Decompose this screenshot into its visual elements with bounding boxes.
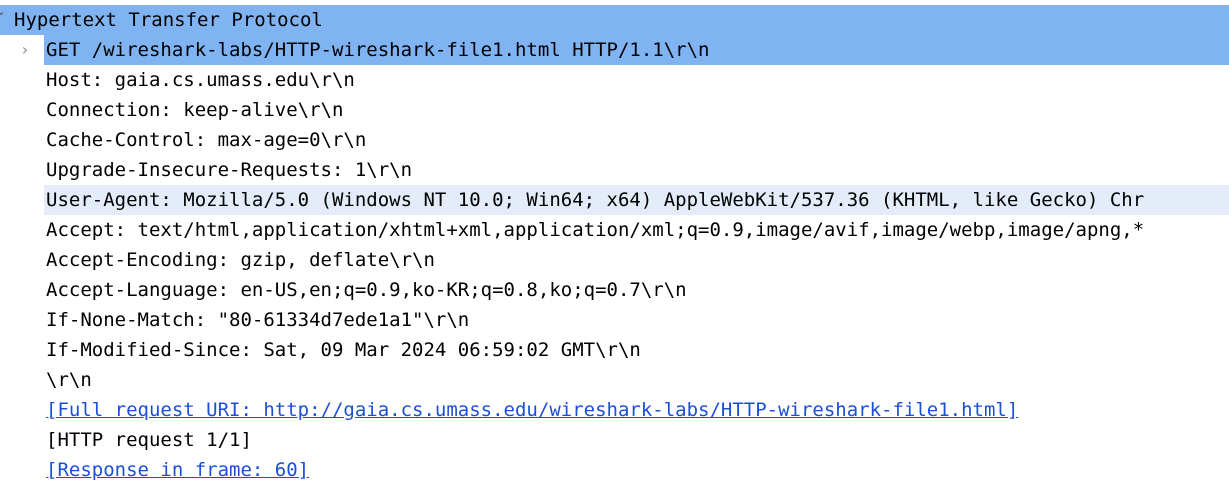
accept-header-row[interactable]: Accept: text/html,application/xhtml+xml,…	[0, 215, 1229, 245]
connection-header-text: Connection: keep-alive\r\n	[46, 99, 344, 121]
upgrade-insecure-requests-text: Upgrade-Insecure-Requests: 1\r\n	[46, 159, 413, 181]
response-in-frame-link[interactable]: [Response in frame: 60]	[46, 455, 309, 485]
request-line-text: GET /wireshark-labs/HTTP-wireshark-file1…	[44, 35, 1229, 65]
accept-header-text: Accept: text/html,application/xhtml+xml,…	[46, 219, 1145, 241]
accept-language-header-text: Accept-Language: en-US,en;q=0.9,ko-KR;q=…	[46, 279, 687, 301]
host-header-row[interactable]: Host: gaia.cs.umass.edu\r\n	[0, 65, 1229, 95]
header-terminator-text: \r\n	[46, 369, 92, 391]
if-modified-since-header-row[interactable]: If-Modified-Since: Sat, 09 Mar 2024 06:5…	[0, 335, 1229, 365]
expand-arrow-icon[interactable]: ›	[20, 35, 34, 65]
full-request-uri-row[interactable]: [Full request URI: http://gaia.cs.umass.…	[0, 395, 1229, 425]
if-none-match-header-row[interactable]: If-None-Match: "80-61334d7ede1a1"\r\n	[0, 305, 1229, 335]
response-in-frame-row[interactable]: [Response in frame: 60]	[0, 455, 1229, 485]
user-agent-header-text: User-Agent: Mozilla/5.0 (Windows NT 10.0…	[44, 185, 1229, 215]
if-none-match-header-text: If-None-Match: "80-61334d7ede1a1"\r\n	[46, 309, 470, 331]
cache-control-header-text: Cache-Control: max-age=0\r\n	[46, 129, 367, 151]
cache-control-header-row[interactable]: Cache-Control: max-age=0\r\n	[0, 125, 1229, 155]
http-request-count-row[interactable]: [HTTP request 1/1]	[0, 425, 1229, 455]
http-section-row[interactable]: ˇ Hypertext Transfer Protocol	[0, 5, 1229, 35]
http-section-label: Hypertext Transfer Protocol	[14, 9, 323, 31]
collapse-arrow-icon[interactable]: ˇ	[0, 5, 7, 35]
user-agent-header-row[interactable]: User-Agent: Mozilla/5.0 (Windows NT 10.0…	[0, 185, 1229, 215]
full-request-uri-link[interactable]: [Full request URI: http://gaia.cs.umass.…	[46, 395, 1018, 425]
accept-encoding-header-text: Accept-Encoding: gzip, deflate\r\n	[46, 249, 435, 271]
host-header-text: Host: gaia.cs.umass.edu\r\n	[46, 69, 355, 91]
http-request-count-text: [HTTP request 1/1]	[46, 429, 252, 451]
upgrade-insecure-requests-row[interactable]: Upgrade-Insecure-Requests: 1\r\n	[0, 155, 1229, 185]
accept-encoding-header-row[interactable]: Accept-Encoding: gzip, deflate\r\n	[0, 245, 1229, 275]
request-line-row[interactable]: › GET /wireshark-labs/HTTP-wireshark-fil…	[0, 35, 1229, 65]
if-modified-since-header-text: If-Modified-Since: Sat, 09 Mar 2024 06:5…	[46, 339, 641, 361]
packet-details-tree: ˇ Hypertext Transfer Protocol › GET /wir…	[0, 5, 1229, 485]
connection-header-row[interactable]: Connection: keep-alive\r\n	[0, 95, 1229, 125]
header-terminator-row[interactable]: \r\n	[0, 365, 1229, 395]
accept-language-header-row[interactable]: Accept-Language: en-US,en;q=0.9,ko-KR;q=…	[0, 275, 1229, 305]
